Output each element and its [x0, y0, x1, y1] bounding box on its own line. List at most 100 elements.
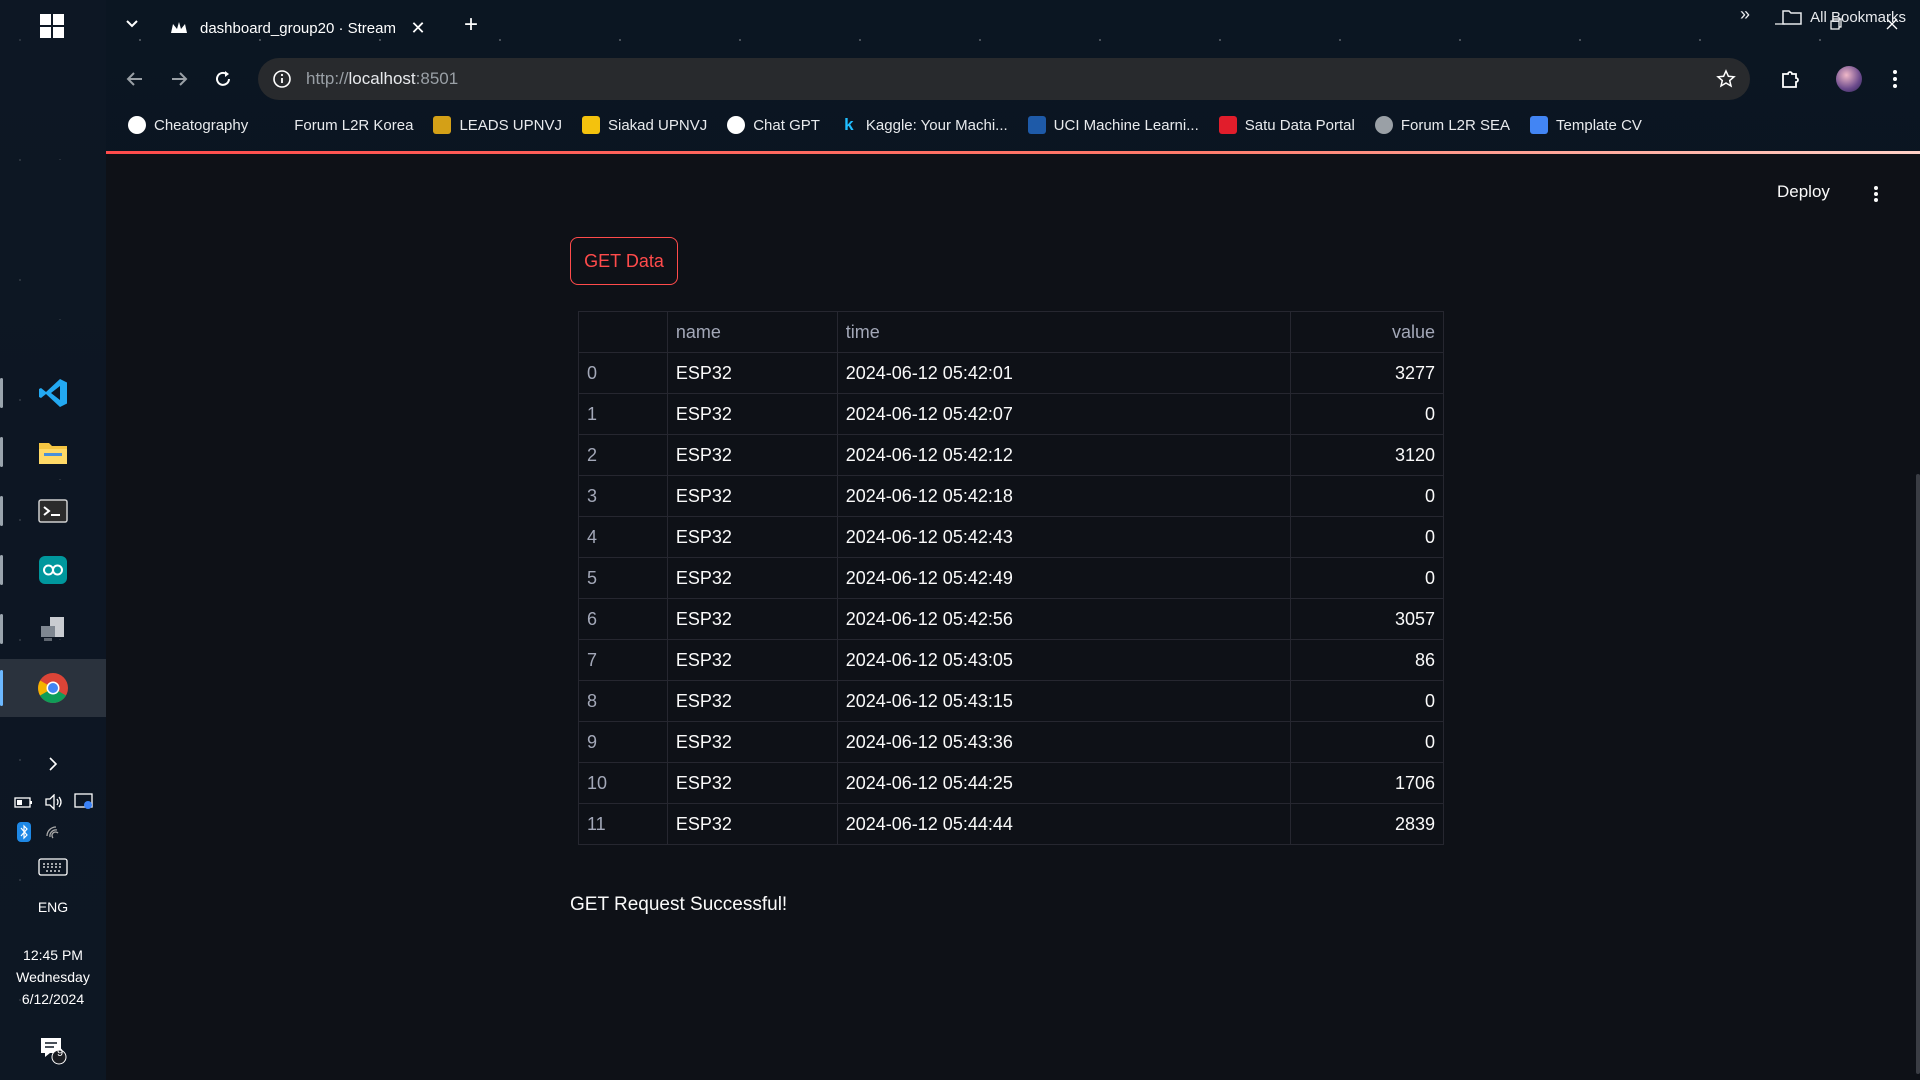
reload-button[interactable]: [208, 64, 238, 94]
cell-name[interactable]: ESP32: [666, 762, 838, 804]
cell-index[interactable]: 6: [578, 598, 668, 640]
tab-search-button[interactable]: [120, 12, 144, 36]
clock-day[interactable]: Wednesday: [0, 966, 106, 988]
bookmark-item[interactable]: UCI Machine Learni...: [1018, 110, 1209, 140]
taskbar-app-file-explorer[interactable]: [0, 423, 106, 481]
cell-name[interactable]: ESP32: [666, 393, 838, 435]
tab-dashboard[interactable]: dashboard_group20 · Streamlit ✕: [158, 8, 440, 48]
app-menu-button[interactable]: [1866, 184, 1886, 204]
address-bar[interactable]: http://localhost:8501: [258, 58, 1750, 100]
cell-name[interactable]: ESP32: [666, 639, 838, 681]
cell-name[interactable]: ESP32: [666, 434, 838, 476]
more-bookmarks-icon[interactable]: »: [1740, 4, 1750, 25]
cell-name[interactable]: ESP32: [666, 352, 838, 394]
cell-time[interactable]: 2024-06-12 05:43:36: [836, 721, 1292, 763]
bookmark-item[interactable]: Template CV: [1520, 110, 1652, 140]
taskbar-app-network-tool[interactable]: [0, 600, 106, 658]
bookmark-item[interactable]: k Kaggle: Your Machi...: [830, 110, 1018, 140]
cell-index[interactable]: 9: [578, 721, 668, 763]
cell-name[interactable]: ESP32: [666, 721, 838, 763]
cell-value[interactable]: 0: [1290, 475, 1444, 517]
taskbar-app-vscode[interactable]: [0, 364, 106, 422]
page-scrollbar[interactable]: [1916, 474, 1920, 1074]
cell-time[interactable]: 2024-06-12 05:42:18: [836, 475, 1292, 517]
cell-index[interactable]: 5: [578, 557, 668, 599]
windows-start-icon[interactable]: [40, 14, 64, 38]
notification-center-button[interactable]: 9: [0, 1030, 106, 1070]
extensions-button[interactable]: [1774, 62, 1808, 96]
cell-index[interactable]: 3: [578, 475, 668, 517]
cell-time[interactable]: 2024-06-12 05:43:15: [836, 680, 1292, 722]
taskbar-app-terminal[interactable]: [0, 482, 106, 540]
url-text[interactable]: http://localhost:8501: [306, 69, 1716, 89]
cell-name[interactable]: ESP32: [666, 803, 838, 845]
cell-value[interactable]: 3277: [1290, 352, 1444, 394]
bluetooth-icon[interactable]: [14, 822, 34, 842]
bookmark-item[interactable]: Forum L2R Korea: [258, 110, 423, 140]
clock-date[interactable]: 6/12/2024: [0, 988, 106, 1010]
touch-keyboard-button[interactable]: [0, 852, 106, 882]
bookmark-item[interactable]: Chat GPT: [717, 110, 830, 140]
cell-time[interactable]: 2024-06-12 05:42:43: [836, 516, 1292, 558]
cell-name[interactable]: ESP32: [666, 680, 838, 722]
cell-value[interactable]: 3057: [1290, 598, 1444, 640]
data-table[interactable]: name time value 0 ESP32 2024-06-12 05:42:0…: [578, 311, 1444, 845]
cell-value[interactable]: 3120: [1290, 434, 1444, 476]
new-tab-icon[interactable]: +: [458, 12, 484, 38]
cell-index[interactable]: 7: [578, 639, 668, 681]
cell-value[interactable]: 86: [1290, 639, 1444, 681]
show-hidden-icons-button[interactable]: [0, 744, 106, 784]
cell-value[interactable]: 1706: [1290, 762, 1444, 804]
language-indicator[interactable]: ENG: [0, 896, 106, 918]
cell-time[interactable]: 2024-06-12 05:42:07: [836, 393, 1292, 435]
taskbar-app-chrome[interactable]: [0, 659, 106, 717]
cell-time[interactable]: 2024-06-12 05:42:49: [836, 557, 1292, 599]
column-header-index[interactable]: [578, 311, 668, 353]
cell-name[interactable]: ESP32: [666, 475, 838, 517]
bookmark-item[interactable]: Siakad UPNVJ: [572, 110, 717, 140]
cell-value[interactable]: 0: [1290, 721, 1444, 763]
taskbar-app-arduino[interactable]: [0, 541, 106, 599]
cell-value[interactable]: 0: [1290, 516, 1444, 558]
cell-value[interactable]: 2839: [1290, 803, 1444, 845]
bookmark-item[interactable]: LEADS UPNVJ: [423, 110, 572, 140]
display-sync-icon[interactable]: [74, 792, 94, 812]
bookmark-item[interactable]: Forum L2R SEA: [1365, 110, 1520, 140]
cell-index[interactable]: 8: [578, 680, 668, 722]
close-tab-icon[interactable]: ✕: [408, 18, 428, 38]
bookmark-item[interactable]: Satu Data Portal: [1209, 110, 1365, 140]
bookmark-star-icon[interactable]: [1716, 69, 1736, 89]
site-info-icon[interactable]: [272, 69, 292, 89]
deploy-button[interactable]: Deploy: [1777, 182, 1830, 202]
cell-name[interactable]: ESP32: [666, 598, 838, 640]
volume-icon[interactable]: [44, 792, 64, 812]
cell-time[interactable]: 2024-06-12 05:42:01: [836, 352, 1292, 394]
forward-button[interactable]: [164, 64, 194, 94]
cell-value[interactable]: 0: [1290, 680, 1444, 722]
cell-name[interactable]: ESP32: [666, 557, 838, 599]
clock-time[interactable]: 12:45 PM: [0, 944, 106, 966]
cell-index[interactable]: 2: [578, 434, 668, 476]
column-header-name[interactable]: name: [666, 311, 838, 353]
cell-index[interactable]: 11: [578, 803, 668, 845]
back-button[interactable]: [120, 64, 150, 94]
cell-time[interactable]: 2024-06-12 05:42:56: [836, 598, 1292, 640]
get-data-button[interactable]: GET Data: [570, 237, 678, 285]
cell-name[interactable]: ESP32: [666, 516, 838, 558]
profile-button[interactable]: [1832, 62, 1866, 96]
cell-value[interactable]: 0: [1290, 557, 1444, 599]
cell-value[interactable]: 0: [1290, 393, 1444, 435]
column-header-time[interactable]: time: [836, 311, 1292, 353]
bookmark-item[interactable]: Cheatography: [118, 110, 258, 140]
cell-index[interactable]: 1: [578, 393, 668, 435]
cell-time[interactable]: 2024-06-12 05:44:25: [836, 762, 1292, 804]
cell-index[interactable]: 0: [578, 352, 668, 394]
cell-index[interactable]: 4: [578, 516, 668, 558]
wifi-icon[interactable]: [44, 822, 64, 842]
cell-time[interactable]: 2024-06-12 05:44:44: [836, 803, 1292, 845]
cell-time[interactable]: 2024-06-12 05:42:12: [836, 434, 1292, 476]
chrome-menu-button[interactable]: [1878, 62, 1912, 96]
cell-index[interactable]: 10: [578, 762, 668, 804]
battery-icon[interactable]: [14, 792, 34, 812]
all-bookmarks-button[interactable]: All Bookmarks: [1782, 0, 1906, 34]
